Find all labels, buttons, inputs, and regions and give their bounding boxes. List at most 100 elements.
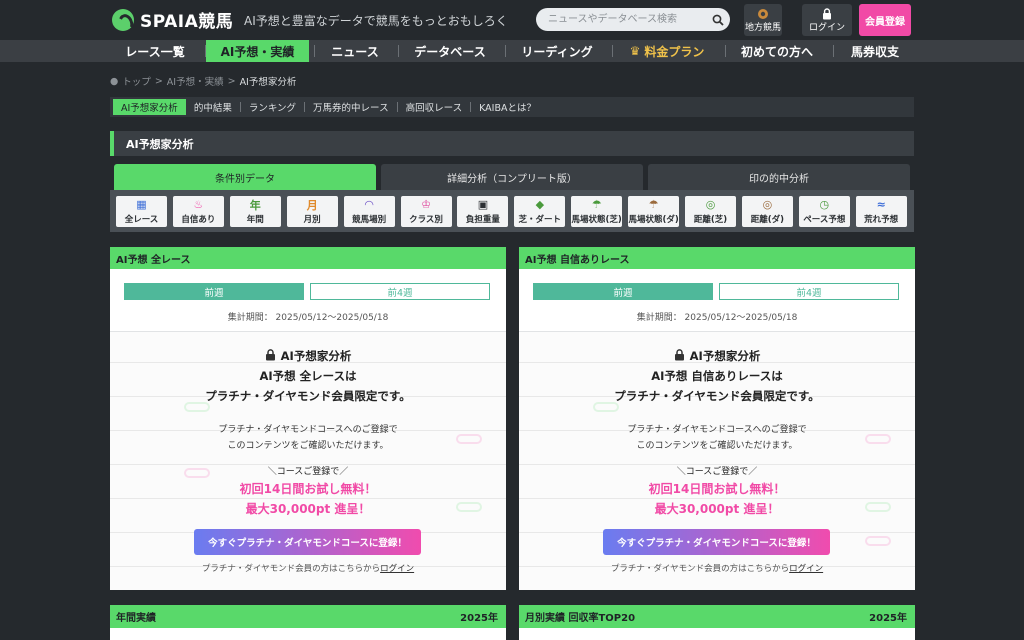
previous-week-button[interactable]: 前週	[533, 283, 713, 300]
panel-header: 月別実績 回収率TOP20 2025年	[519, 605, 915, 628]
category-button-4[interactable]: 月月別	[286, 196, 338, 227]
lock-line-2: プラチナ・ダイヤモンド会員限定です。	[614, 389, 820, 403]
aggregation-period: 集計期間： 2025/05/12〜2025/05/18	[636, 313, 798, 323]
lock-line-1: AI予想 全レースは	[259, 369, 357, 383]
category-label: クラス別	[409, 214, 443, 225]
panel-year: 2025年	[460, 613, 498, 624]
subnav-big-payout[interactable]: 万馬券的中レース	[305, 97, 397, 117]
subnav-ai-analyst[interactable]: AI予想家分析	[113, 99, 186, 115]
panel-title: AI予想 自信ありレース	[519, 247, 915, 269]
horseshoe-icon	[757, 7, 769, 20]
category-button-7[interactable]: ▣ 負担重量	[457, 196, 509, 227]
lock-description-2: このコンテンツをご確認いただけます。	[636, 441, 798, 451]
period-toggle: 前週 前4週	[124, 283, 491, 300]
category-button-2[interactable]: ♨ 自信あり	[172, 196, 224, 227]
badge-icon: ♔	[421, 198, 431, 211]
register-label: 会員登録	[865, 16, 905, 28]
nav-divider	[725, 45, 726, 57]
panel-title: 年間実績	[116, 613, 156, 624]
member-login-link[interactable]: ログイン	[380, 564, 414, 574]
category-button-5[interactable]: ◠ 競馬場別	[343, 196, 395, 227]
nav-pricing[interactable]: ♛ 料金プラン	[614, 40, 720, 62]
section-title: AI予想家分析	[110, 131, 914, 156]
nav-divider	[612, 45, 613, 57]
panel-title: 月別実績 回収率TOP20	[525, 613, 636, 624]
free-trial-promo: 初回14日間お試し無料！	[239, 482, 377, 496]
lock-description-1: プラチナ・ダイヤモンドコースへのご登録で	[218, 425, 398, 435]
category-label: 距離(ダ)	[750, 214, 785, 225]
category-button-1[interactable]: ▦ 全レース	[116, 196, 167, 227]
flame-icon: ♨	[193, 198, 204, 211]
aggregation-period: 集計期間： 2025/05/12〜2025/05/18	[227, 313, 389, 323]
tab-detailed-analysis[interactable]: 詳細分析（コンプリート版）	[381, 164, 643, 190]
panel-all-races: AI予想 全レース 前週 前4週 集計期間： 2025/05/12〜2025/0…	[110, 247, 506, 590]
register-platinum-button[interactable]: 今すぐプラチナ・ダイヤモンドコースに登録！	[194, 529, 421, 555]
member-login-text: プラチナ・ダイヤモンド会員の方はこちらから	[610, 564, 790, 574]
free-trial-promo: 初回14日間お試し無料！	[648, 482, 786, 496]
tab-conditional-data[interactable]: 条件別データ	[114, 164, 376, 190]
turf-condition-icon: ☂	[591, 198, 602, 211]
local-keiba-button[interactable]: 地方競馬	[744, 4, 782, 36]
dirt-distance-icon: ◎	[762, 198, 773, 211]
nav-database[interactable]: データベース	[400, 40, 500, 62]
nav-leading[interactable]: リーディング	[507, 40, 607, 62]
category-button-9[interactable]: ☂ 馬場状態(芝)	[571, 196, 623, 227]
previous-4-weeks-button[interactable]: 前4週	[310, 283, 490, 300]
nav-betting-balance[interactable]: 馬券収支	[835, 40, 915, 62]
member-login-link[interactable]: ログイン	[789, 564, 823, 574]
register-button[interactable]: 会員登録	[859, 4, 911, 36]
nav-beginners[interactable]: 初めての方へ	[727, 40, 827, 62]
category-button-8[interactable]: ◆ 芝・ダート	[514, 196, 566, 227]
pace-icon: ◷	[819, 198, 830, 211]
category-button-3[interactable]: 年年間	[229, 196, 281, 227]
lock-icon	[265, 348, 276, 364]
category-label: 月別	[303, 214, 321, 225]
nav-divider	[505, 45, 506, 57]
breadcrumb-separator: >	[227, 75, 236, 87]
category-label: 荒れ予想	[864, 214, 899, 225]
panel-annual-results: 年間実績 2025年	[110, 605, 506, 640]
search-box	[536, 8, 730, 31]
nav-divider	[833, 45, 834, 57]
subnav-about-kaiba[interactable]: KAIBAとは？	[471, 97, 544, 117]
logo-text: SPAIA競馬	[140, 12, 234, 32]
membership-lock-message: AI予想家分析 AI予想 全レースは プラチナ・ダイヤモンド会員限定です。 プラ…	[110, 348, 506, 517]
turf-dirt-icon: ◆	[535, 198, 545, 211]
nav-divider	[314, 45, 315, 57]
register-platinum-button[interactable]: 今すぐプラチナ・ダイヤモンドコースに登録！	[603, 529, 830, 555]
category-label: 馬場状態(ダ)	[628, 214, 679, 225]
category-button-12[interactable]: ◎ 距離(ダ)	[741, 196, 793, 227]
category-button-13[interactable]: ◷ ペース予想	[798, 196, 850, 227]
nav-ai-predictions[interactable]: AI予想・実績	[206, 40, 309, 62]
subnav-hit-results[interactable]: 的中結果	[186, 97, 240, 117]
search-input[interactable]	[536, 8, 706, 31]
category-button-11[interactable]: ◎ 距離(芝)	[685, 196, 736, 227]
category-button-10[interactable]: ☂ 馬場状態(ダ)	[628, 196, 680, 227]
lock-description-2: このコンテンツをご確認いただけます。	[227, 441, 389, 451]
category-label: 芝・ダート	[518, 214, 562, 225]
login-button[interactable]: ログイン	[802, 4, 852, 36]
analysis-tabs: 条件別データ 詳細分析（コンプリート版） 印の的中分析	[114, 164, 910, 190]
breadcrumb-home[interactable]: トップ	[122, 74, 151, 88]
breadcrumb-parent[interactable]: AI予想・実績	[167, 74, 224, 88]
subnav-ranking[interactable]: ランキング	[241, 97, 304, 117]
tab-mark-hit-analysis[interactable]: 印の的中分析	[648, 164, 910, 190]
previous-week-button[interactable]: 前週	[124, 283, 304, 300]
nav-news[interactable]: ニュース	[316, 40, 394, 62]
category-button-6[interactable]: ♔ クラス別	[400, 196, 452, 227]
previous-4-weeks-button[interactable]: 前4週	[719, 283, 899, 300]
lock-icon	[674, 348, 685, 364]
subnav-high-return[interactable]: 高回収レース	[398, 97, 471, 117]
lock-title: AI予想家分析	[110, 348, 506, 364]
nav-race-list[interactable]: レース一覧	[112, 40, 198, 62]
category-button-14[interactable]: ≈ 荒れ予想	[855, 196, 907, 227]
turf-distance-icon: ◎	[705, 198, 716, 211]
breadcrumb-separator: >	[154, 75, 163, 87]
lock-title: AI予想家分析	[519, 348, 915, 364]
search-icon[interactable]	[706, 8, 730, 31]
lock-icon	[822, 7, 832, 20]
home-icon: ●	[110, 75, 119, 87]
site-logo[interactable]: SPAIA競馬	[112, 7, 233, 32]
local-keiba-label: 地方競馬	[744, 23, 781, 33]
breadcrumb: ● トップ > AI予想・実績 > AI予想家分析	[110, 74, 296, 89]
